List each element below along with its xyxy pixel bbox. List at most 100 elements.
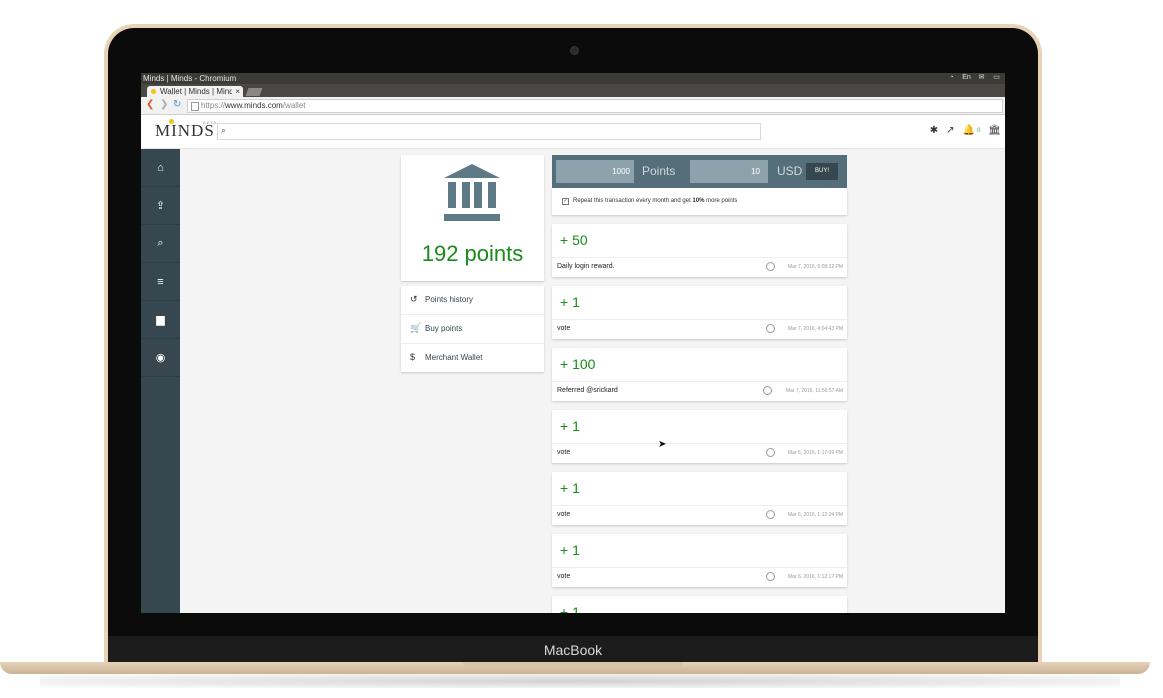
sidebar-item-search[interactable]: ⌕ <box>141 225 180 263</box>
transaction-card: + 1 <box>552 596 847 613</box>
clock-icon <box>763 386 772 395</box>
clock-icon <box>766 262 775 271</box>
transaction-time: Mar 6, 2016, 1:12:34 PM <box>787 512 843 518</box>
transaction-card: + 1 vote Mar 6, 2016, 1:12:17 PM <box>552 534 847 587</box>
transaction-card: + 50 Daily login reward. Mar 7, 2016, 6:… <box>552 224 847 277</box>
sidebar-item-messenger[interactable]: ▆ <box>141 301 180 339</box>
transaction-card: + 1 vote Mar 7, 2016, 4:04:43 PM <box>552 286 847 339</box>
reload-icon[interactable]: ↻ <box>173 99 181 111</box>
menu-item-points-history[interactable]: ↺ Points history <box>401 286 544 315</box>
transaction-time: Mar 7, 2016, 11:56:57 AM <box>785 388 843 394</box>
divider <box>552 381 847 382</box>
divider <box>552 567 847 568</box>
transaction-card: + 1 vote Mar 6, 2016, 1:12:34 PM <box>552 472 847 525</box>
tab-strip: Wallet | Minds | Minds × <box>141 84 1005 97</box>
system-tray: ◔ En ✉ ▭ <box>947 74 1001 82</box>
transaction-description: vote <box>557 325 571 332</box>
newsfeed-icon: ≡ <box>157 275 164 288</box>
transaction-amount: + 1 <box>560 418 580 434</box>
usd-unit-label: USD <box>777 164 803 178</box>
wifi-icon[interactable]: ◔ <box>947 74 956 82</box>
mouse-cursor-icon: ➤ <box>658 439 667 450</box>
repeat-checkbox[interactable]: ✓ <box>562 198 569 205</box>
upload-icon: ⇪ <box>155 200 166 212</box>
transaction-time: Mar 6, 2016, 1:12:17 PM <box>787 574 843 580</box>
wallet-icon[interactable]: 🏛 <box>988 125 1001 136</box>
page-icon <box>191 102 199 111</box>
camera <box>570 46 579 55</box>
transaction-time: Mar 6, 2016, 1:17:09 PM <box>787 450 843 456</box>
clock-icon <box>766 448 775 457</box>
menu-item-label: Merchant Wallet <box>425 353 483 362</box>
buy-button[interactable]: BUY! <box>806 163 838 180</box>
transaction-description: vote <box>557 573 571 580</box>
divider <box>552 505 847 506</box>
clock-icon <box>766 324 775 333</box>
divider <box>552 443 847 444</box>
transaction-card: + 1 vote Mar 6, 2016, 1:17:09 PM <box>552 410 847 463</box>
usd-amount-input[interactable]: 10 <box>690 160 768 183</box>
window-title: Minds | Minds - Chromium <box>143 74 237 83</box>
back-icon[interactable]: ❮ <box>146 99 154 111</box>
trending-icon[interactable]: ↗ <box>946 125 954 136</box>
laptop-shadow <box>40 674 1120 688</box>
clock-icon <box>766 572 775 581</box>
repeat-option: ✓ Repeat this transaction every month an… <box>552 188 847 215</box>
menu-item-label: Buy points <box>425 324 463 333</box>
buy-points-bar: 1000 Points 10 USD BUY! <box>552 155 847 188</box>
groups-icon: ◉ <box>155 352 166 364</box>
repeat-label: Repeat this transaction every month and … <box>573 198 738 204</box>
menu-item-buy-points[interactable]: 🛒 Buy points <box>401 315 544 344</box>
mail-icon[interactable]: ✉ <box>977 74 986 82</box>
notification-count: 0 <box>976 127 981 134</box>
topbar-icons: ✱ ↗ 🔔 0 🏛 <box>930 125 1001 136</box>
home-icon: ⌂ <box>157 161 164 174</box>
browser-tab[interactable]: Wallet | Minds | Minds × <box>147 86 243 97</box>
close-tab-icon[interactable]: × <box>235 86 240 97</box>
history-icon: ↺ <box>410 294 418 304</box>
minds-logo[interactable]: MINDS BETA <box>155 119 216 141</box>
search-input[interactable] <box>234 125 758 138</box>
transaction-amount: + 1 <box>560 542 580 558</box>
notifications-icon[interactable]: 🔔 <box>963 125 975 136</box>
logo-bulb-icon <box>169 119 174 124</box>
dollar-icon: $ <box>410 352 416 362</box>
transaction-description: vote <box>557 449 571 456</box>
points-amount-input[interactable]: 1000 <box>556 160 634 183</box>
transaction-card: + 100 Referred @srickard Mar 7, 2016, 11… <box>552 348 847 401</box>
bug-report-icon[interactable]: ✱ <box>930 125 938 136</box>
forward-icon[interactable]: ❯ <box>160 99 168 111</box>
transaction-amount: + 1 <box>560 294 580 310</box>
search-box[interactable]: ⌕ <box>217 123 761 140</box>
sidebar-item-home[interactable]: ⌂ <box>141 149 180 187</box>
transaction-description: vote <box>557 511 571 518</box>
transaction-amount: + 50 <box>560 232 588 248</box>
clock-icon <box>766 510 775 519</box>
favicon-icon <box>151 89 156 94</box>
divider <box>552 319 847 320</box>
keyboard-icon[interactable]: En <box>962 74 971 82</box>
search-icon: ⌕ <box>157 237 164 249</box>
transaction-description: Referred @srickard <box>557 387 618 394</box>
url-text: https://www.minds.com/wallet <box>201 101 306 110</box>
os-titlebar: Minds | Minds - Chromium ◔ En ✉ ▭ <box>141 73 1005 84</box>
menu-item-merchant-wallet[interactable]: $ Merchant Wallet <box>401 344 544 372</box>
divider <box>552 257 847 258</box>
chat-icon: ▆ <box>156 314 165 326</box>
menu-item-label: Points history <box>425 295 474 304</box>
transaction-time: Mar 7, 2016, 6:08:32 PM <box>787 264 843 270</box>
battery-icon[interactable]: ▭ <box>992 74 1001 82</box>
transaction-amount: + 1 <box>560 604 580 613</box>
sidebar-item-groups[interactable]: ◉ <box>141 339 180 377</box>
device-label: MacBook <box>543 642 603 658</box>
transaction-amount: + 100 <box>560 356 596 372</box>
transaction-description: Daily login reward. <box>557 263 615 270</box>
url-input[interactable]: https://www.minds.com/wallet <box>187 99 1003 113</box>
new-tab-button[interactable] <box>245 88 263 96</box>
sidebar-item-upload[interactable]: ⇪ <box>141 187 180 225</box>
points-balance: 192 points <box>421 241 524 266</box>
transaction-time: Mar 7, 2016, 4:04:43 PM <box>787 326 843 332</box>
points-unit-label: Points <box>642 164 676 178</box>
address-bar: ❮ ❯ ↻ https://www.minds.com/wallet <box>141 97 1005 115</box>
sidebar-item-newsfeed[interactable]: ≡ <box>141 263 180 301</box>
